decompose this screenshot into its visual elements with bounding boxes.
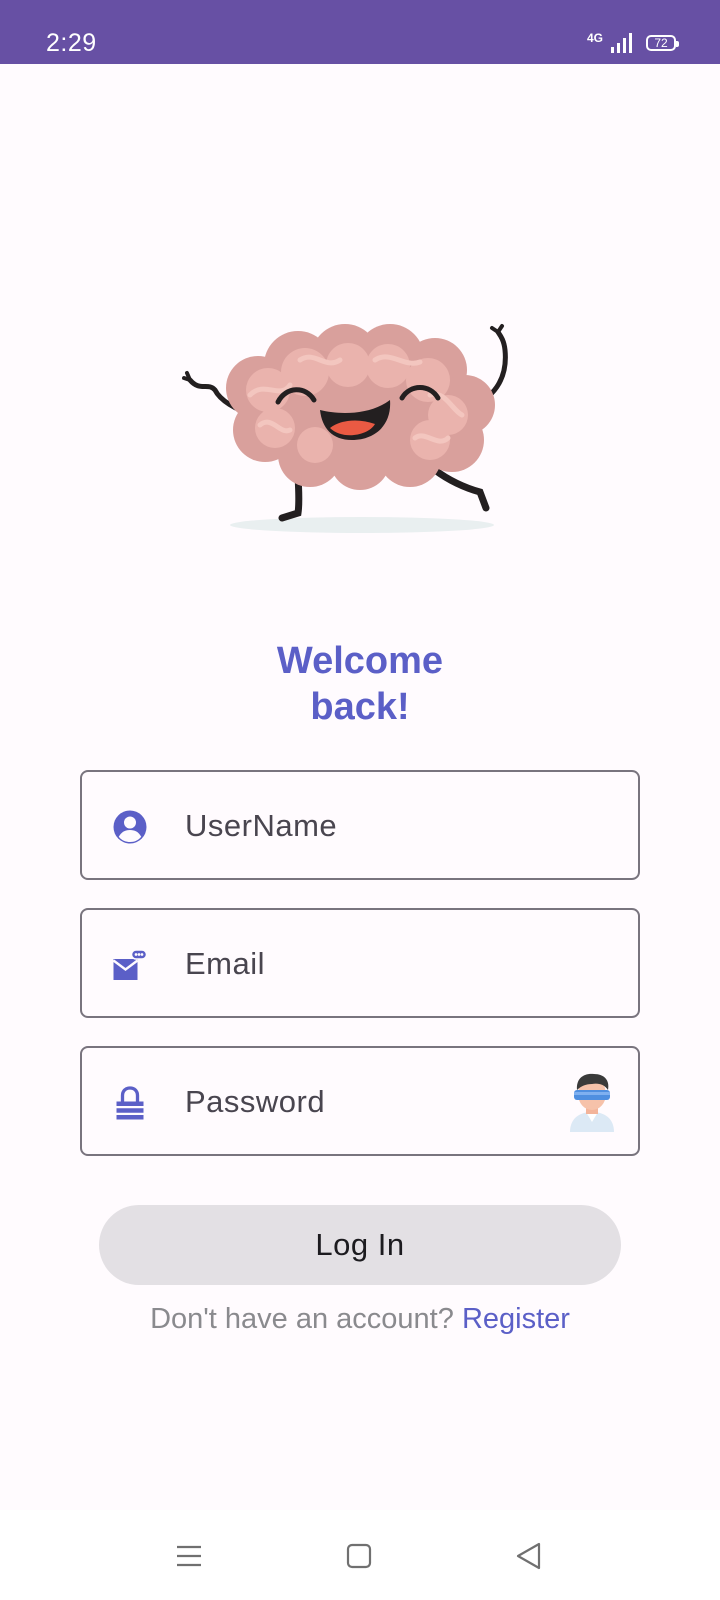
battery-icon: 72 [646, 35, 679, 51]
lock-icon [116, 1086, 144, 1120]
register-link[interactable]: Register [462, 1303, 570, 1335]
register-prompt: Don't have an account? [150, 1303, 454, 1335]
email-placeholder: Email [185, 946, 266, 981]
system-nav-bar [0, 1510, 720, 1600]
welcome-line-2: back! [310, 686, 410, 728]
password-placeholder: Password [185, 1084, 326, 1119]
mail-icon [112, 949, 148, 980]
status-bar: 2:29 4G 72 [0, 0, 720, 64]
account-circle-icon [113, 810, 147, 844]
welcome-title: Welcome back! [0, 638, 720, 730]
login-button[interactable]: Log In [99, 1205, 621, 1285]
brain-mascot-illustration [180, 320, 540, 550]
network-type: 4G [586, 31, 603, 45]
signal-icon [611, 33, 632, 53]
menu-icon[interactable] [173, 1540, 205, 1572]
battery-level: 72 [654, 36, 668, 50]
status-time: 2:29 [46, 29, 97, 57]
username-field[interactable]: UserName [80, 770, 640, 880]
username-placeholder: UserName [185, 808, 338, 843]
email-field[interactable]: Email [80, 908, 640, 1018]
hidden-eyes-avatar-icon[interactable] [564, 1070, 620, 1132]
welcome-line-1: Welcome [276, 640, 444, 682]
status-icons: 4G 72 [586, 30, 679, 56]
square-home-icon[interactable] [343, 1540, 375, 1572]
password-field[interactable]: Password [80, 1046, 640, 1156]
register-row: Don't have an account? Register [0, 1301, 720, 1337]
back-triangle-icon[interactable] [513, 1540, 545, 1572]
